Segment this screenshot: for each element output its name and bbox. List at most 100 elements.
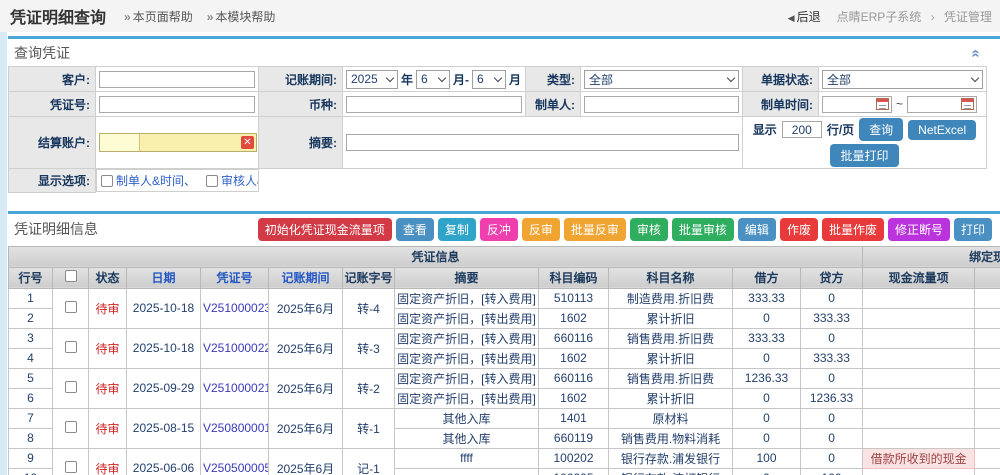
unchecked-checkbox[interactable]: [206, 175, 218, 187]
toolbar-button[interactable]: 反冲: [480, 218, 518, 241]
period-month-from-select[interactable]: 6: [416, 70, 450, 89]
type-select[interactable]: 全部: [584, 70, 739, 89]
chevron-down-icon: [494, 73, 502, 81]
period-year-select[interactable]: 2025: [346, 70, 398, 89]
page-help-link[interactable]: »本页面帮助: [124, 8, 193, 25]
voucher-no-input[interactable]: [99, 96, 255, 113]
page-title: 凭证明细查询: [10, 4, 106, 28]
toolbar-button[interactable]: 打印: [954, 218, 992, 241]
cell-debit: 0: [733, 408, 801, 428]
make-time-from-input[interactable]: [822, 96, 892, 113]
display-option[interactable]: 制单人&时间、: [101, 172, 196, 189]
cell-voucher-no[interactable]: V251000021: [201, 368, 269, 408]
toolbar-button[interactable]: 反审: [522, 218, 560, 241]
settle-account-code-segment[interactable]: [100, 134, 140, 151]
clear-icon[interactable]: ✕: [241, 136, 254, 149]
cell-account-name: 销售费用.折旧费: [609, 328, 733, 348]
toolbar-button[interactable]: 批量作废: [822, 218, 884, 241]
cell-select[interactable]: [53, 408, 89, 448]
cell-select[interactable]: [53, 288, 89, 328]
toolbar-button[interactable]: 修正断号: [888, 218, 950, 241]
toolbar-button[interactable]: 复制: [438, 218, 476, 241]
query-panel: 查询凭证 « 客户: 记账期间: 2025 年 6 月- 6: [8, 36, 1000, 193]
doc-status-select[interactable]: 全部: [822, 70, 983, 89]
toolbar-button[interactable]: 批量反审: [564, 218, 626, 241]
col-header-cashflow: 现金流量项: [863, 267, 975, 288]
cell-account-name: 销售费用.折旧费: [609, 368, 733, 388]
unchecked-checkbox[interactable]: [101, 175, 113, 187]
currency-input[interactable]: [346, 96, 522, 113]
toolbar-button[interactable]: 批量审核: [672, 218, 734, 241]
cell-word: 转-2: [343, 368, 395, 408]
row-checkbox[interactable]: [65, 421, 77, 433]
toolbar-button[interactable]: 审核: [630, 218, 668, 241]
cell-select[interactable]: [53, 368, 89, 408]
column-header-row: 行号 状态 日期 凭证号 记账期间 记账字号 摘要 科目编码 科目名称 借方 贷…: [9, 267, 1000, 288]
breadcrumb-system[interactable]: 点睛ERP子系统: [837, 10, 922, 24]
netexcel-button[interactable]: NetExcel: [908, 120, 976, 140]
cell-phantom: [975, 428, 1000, 448]
col-header-date[interactable]: 日期: [127, 267, 201, 288]
cell-debit: 0: [733, 468, 801, 475]
settle-account-input[interactable]: ✕: [99, 133, 257, 152]
make-time-to-input[interactable]: [907, 96, 977, 113]
cell-summary: 固定资产折旧，[转出费用]: [395, 388, 539, 408]
cell-status: 待审: [89, 368, 127, 408]
cell-cashflow: [863, 428, 975, 448]
cell-voucher-no[interactable]: V251000022: [201, 328, 269, 368]
calendar-icon[interactable]: [961, 98, 974, 110]
cell-credit: 0: [801, 428, 863, 448]
toolbar-button[interactable]: 编辑: [738, 218, 776, 241]
cell-account-name: 累计折旧: [609, 348, 733, 368]
back-button[interactable]: ◀后退: [788, 8, 821, 25]
row-checkbox[interactable]: [65, 301, 77, 313]
module-help-link[interactable]: »本模块帮助: [207, 8, 276, 25]
cell-summary: 其他入库: [395, 428, 539, 448]
rows-per-page-input[interactable]: [782, 121, 822, 138]
query-panel-title: 查询凭证: [14, 43, 70, 63]
collapse-panel-icon[interactable]: «: [967, 49, 984, 57]
calendar-icon[interactable]: [876, 98, 889, 110]
toolbar-button[interactable]: 作废: [780, 218, 818, 241]
cell-phantom: [975, 468, 1000, 475]
cell-voucher-no[interactable]: V250500005: [201, 448, 269, 475]
col-header-period[interactable]: 记账期间: [269, 267, 343, 288]
voucher-table: 凭证信息 绑定现金流量表项 行号 状态 日期 凭证号 记账期间 记账字号 摘要 …: [8, 246, 1000, 475]
cell-row-no: 7: [9, 408, 53, 428]
cell-date: 2025-10-18: [127, 288, 201, 328]
customer-input[interactable]: [99, 71, 255, 88]
page: 凭证明细查询 »本页面帮助 »本模块帮助 ◀后退 点睛ERP子系统 › 凭证管理…: [0, 0, 1000, 475]
cell-phantom: [975, 408, 1000, 428]
row-checkbox[interactable]: [65, 461, 77, 473]
row-checkbox[interactable]: [65, 381, 77, 393]
cell-row-no: 4: [9, 348, 53, 368]
cell-voucher-no[interactable]: V251000023: [201, 288, 269, 328]
cell-voucher-no[interactable]: V250800001: [201, 408, 269, 448]
batch-print-button[interactable]: 批量打印: [830, 144, 898, 167]
cell-select[interactable]: [53, 328, 89, 368]
maker-input[interactable]: [584, 96, 739, 113]
cell-credit: 0: [801, 368, 863, 388]
breadcrumb-module: 凭证管理: [944, 10, 992, 24]
cell-summary: 固定资产折旧，[转入费用]: [395, 288, 539, 308]
cell-row-no: 6: [9, 388, 53, 408]
cell-cashflow: [863, 408, 975, 428]
cell-account-code: 660116: [539, 328, 609, 348]
summary-input[interactable]: [346, 134, 739, 151]
cell-phantom: [975, 348, 1000, 368]
col-header-select-all[interactable]: [53, 267, 89, 288]
cell-word: 转-4: [343, 288, 395, 328]
period-month-to-select[interactable]: 6: [472, 70, 506, 89]
col-header-voucher-no[interactable]: 凭证号: [201, 267, 269, 288]
row-checkbox[interactable]: [65, 341, 77, 353]
cell-phantom: [975, 308, 1000, 328]
select-all-checkbox[interactable]: [65, 270, 77, 282]
search-button[interactable]: 查询: [859, 118, 903, 141]
display-option[interactable]: 审核人&时间、: [206, 172, 258, 189]
toolbar-button[interactable]: 查看: [396, 218, 434, 241]
left-decoration-strip: [0, 32, 7, 475]
cell-status: 待审: [89, 328, 127, 368]
cell-select[interactable]: [53, 448, 89, 475]
toolbar-button[interactable]: 初始化凭证现金流量项: [258, 218, 392, 241]
cell-date: 2025-10-18: [127, 328, 201, 368]
